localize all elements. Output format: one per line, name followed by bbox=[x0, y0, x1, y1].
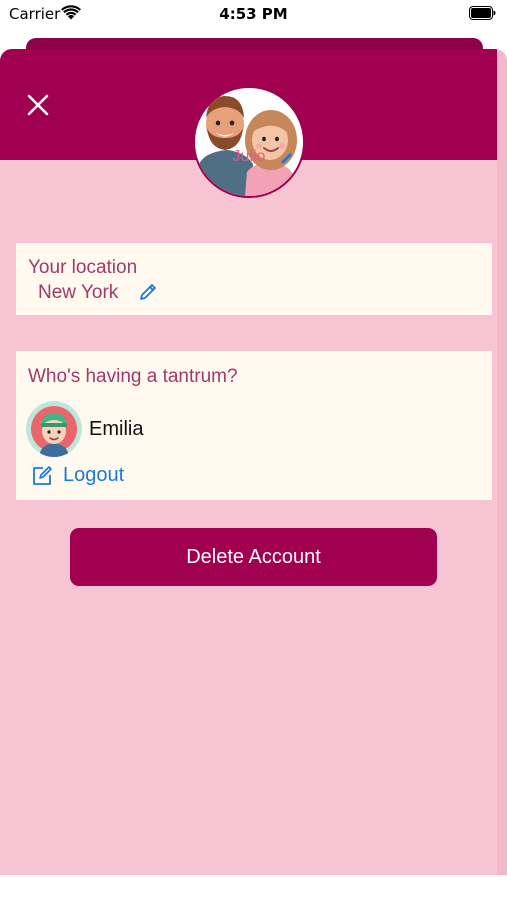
avatar-name-overlay: Julio bbox=[232, 148, 266, 165]
profile-avatar[interactable]: Julio bbox=[193, 86, 305, 198]
tantrum-card: Who's having a tantrum? Emilia Logout bbox=[16, 351, 492, 500]
delete-account-button[interactable]: Delete Account bbox=[70, 528, 437, 586]
location-label: Your location bbox=[28, 257, 138, 278]
location-card: Your location New York bbox=[16, 243, 492, 315]
battery-icon bbox=[469, 6, 496, 20]
couple-avatar-illustration bbox=[195, 88, 303, 196]
tantrum-label: Who's having a tantrum? bbox=[28, 366, 238, 387]
child-face-icon bbox=[26, 401, 82, 457]
edit-square-icon[interactable] bbox=[31, 465, 53, 487]
location-value[interactable]: New York bbox=[38, 282, 118, 304]
close-icon[interactable] bbox=[24, 91, 52, 119]
child-avatar[interactable] bbox=[26, 401, 82, 457]
pencil-icon[interactable] bbox=[138, 282, 158, 302]
sheet-edge bbox=[497, 49, 507, 875]
logout-link[interactable]: Logout bbox=[63, 464, 124, 487]
status-time: 4:53 PM bbox=[219, 5, 288, 23]
child-name[interactable]: Emilia bbox=[89, 418, 143, 441]
status-bar: Carrier 4:53 PM bbox=[0, 0, 507, 30]
settings-screen: Carrier 4:53 PM Julio Your location New … bbox=[0, 0, 507, 900]
